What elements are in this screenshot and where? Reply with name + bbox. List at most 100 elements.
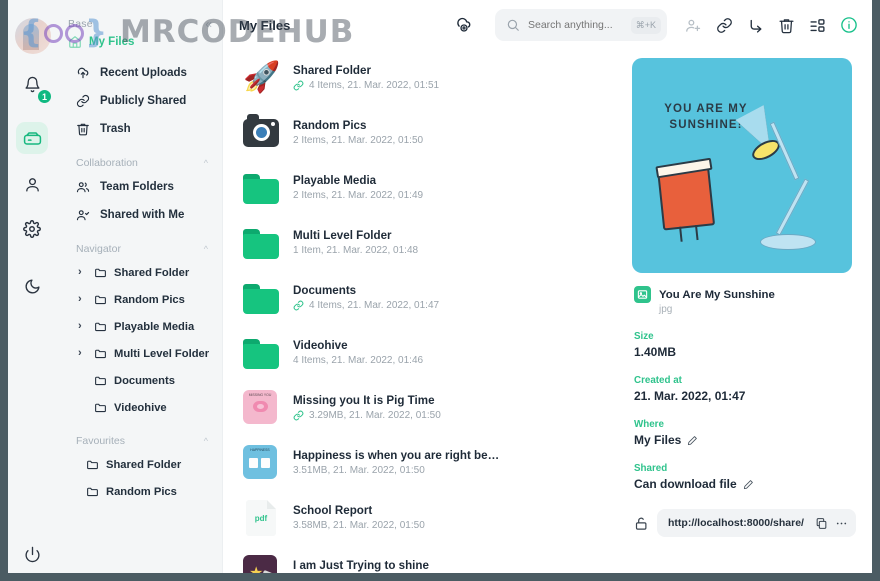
cloud-upload-icon (76, 66, 90, 80)
tree-item-label: Playable Media (114, 320, 195, 333)
cloud-upload-icon (455, 16, 473, 34)
chevron-right-icon[interactable]: › (78, 294, 87, 305)
sidebar-item-publicly-shared[interactable]: Publicly Shared (56, 87, 222, 115)
dark-mode-icon[interactable] (16, 270, 48, 302)
tree-item-videohive[interactable]: Videohive (56, 394, 222, 421)
chevron-right-icon[interactable]: › (78, 267, 87, 278)
favourite-item-shared-folder[interactable]: Shared Folder (56, 451, 222, 478)
table-row[interactable]: MISSING YOU Missing you It is Pig Time 3… (237, 380, 614, 435)
share-link-row: http://localhost:8000/share/ (634, 509, 856, 537)
trash-icon[interactable] (778, 17, 795, 34)
field-value: 21. Mar. 2022, 01:47 (634, 389, 856, 403)
chevron-right-icon[interactable]: › (78, 321, 87, 332)
tree-item-playable-media[interactable]: › Playable Media (56, 313, 222, 340)
notifications-bell-icon[interactable]: 1 (16, 68, 52, 104)
table-row[interactable]: I am Just Trying to shine 1.83MB, 21. Ma… (237, 545, 614, 573)
image-thumbnail: MISSING YOU (243, 389, 277, 424)
folder-icon (94, 266, 107, 279)
image-thumbnail (243, 554, 277, 573)
file-name: Missing you It is Pig Time (293, 394, 435, 407)
layout-icon[interactable] (809, 17, 826, 34)
file-name: Happiness is when you are right be… (293, 449, 500, 462)
table-row[interactable]: 🚀 Shared Folder 4 Items, 21. Mar. 2022, … (237, 50, 614, 105)
table-row[interactable]: HAPPINESS Happiness is when you are righ… (237, 435, 614, 490)
file-subtitle: 3.58MB, 21. Mar. 2022, 01:50 (293, 520, 425, 531)
section-header-navigator[interactable]: Navigator ^ (56, 229, 222, 259)
avatar[interactable] (15, 18, 51, 54)
sidebar-item-label: Shared with Me (100, 209, 185, 221)
sidebar-item-trash[interactable]: Trash (56, 115, 222, 143)
field-value: Can download file (634, 477, 856, 491)
table-row[interactable]: Videohive 4 Items, 21. Mar. 2022, 01:46 (237, 325, 614, 380)
section-header-favourites[interactable]: Favourites ^ (56, 421, 222, 451)
sidebar-item-drive[interactable] (16, 122, 48, 154)
link-icon (293, 80, 304, 91)
link-icon (293, 300, 304, 311)
sidebar-item-my-files[interactable]: My Files (56, 32, 222, 59)
favourite-item-random-pics[interactable]: Random Pics (56, 478, 222, 505)
table-row[interactable]: Documents 4 Items, 21. Mar. 2022, 01:47 (237, 270, 614, 325)
gear-icon[interactable] (16, 213, 48, 245)
file-meta-text: 4 Items, 21. Mar. 2022, 01:46 (293, 355, 424, 366)
logout-icon[interactable] (16, 538, 48, 570)
info-icon[interactable] (840, 16, 858, 34)
search-input[interactable] (528, 19, 623, 31)
folder-icon (243, 228, 279, 259)
search-shortcut-badge: ⌘+K (630, 16, 661, 34)
table-row[interactable]: Multi Level Folder 1 Item, 21. Mar. 2022… (237, 215, 614, 270)
tree-item-documents[interactable]: Documents (56, 367, 222, 394)
table-row[interactable]: Playable Media 2 Items, 21. Mar. 2022, 0… (237, 160, 614, 215)
field-value: My Files (634, 433, 856, 447)
chevron-up-icon: ^ (203, 244, 208, 254)
sidebar-item-recent-uploads[interactable]: Recent Uploads (56, 59, 222, 87)
more-icon[interactable] (835, 517, 848, 530)
my-files-label: My Files (89, 36, 135, 48)
field-value: 1.40MB (634, 345, 856, 359)
add-user-icon[interactable] (685, 17, 702, 34)
unlock-icon[interactable] (634, 516, 649, 531)
file-thumbnail (243, 113, 279, 151)
favourite-item-label: Random Pics (106, 485, 177, 498)
file-thumbnail: MISSING YOU (243, 389, 279, 426)
search-icon (506, 18, 520, 32)
lamp-arm-lower (775, 178, 810, 236)
tree-item-shared-folder[interactable]: › Shared Folder (56, 259, 222, 286)
folder-icon (94, 347, 107, 360)
edit-pencil-icon[interactable] (687, 435, 698, 446)
file-meta-text: 1 Item, 21. Mar. 2022, 01:48 (293, 245, 419, 256)
edit-pencil-icon[interactable] (743, 479, 754, 490)
search-box[interactable]: ⌘+K (495, 9, 667, 41)
file-name: I am Just Trying to shine (293, 559, 429, 572)
link-icon[interactable] (716, 17, 733, 34)
move-icon[interactable] (747, 17, 764, 34)
upload-button[interactable] (455, 16, 473, 34)
table-row[interactable]: Random Pics 2 Items, 21. Mar. 2022, 01:5… (237, 105, 614, 160)
folder-icon (94, 374, 107, 387)
pdf-label: pdf (254, 513, 268, 523)
image-file-icon (634, 286, 651, 303)
users-icon (76, 180, 90, 194)
file-preview-image[interactable]: YOU ARE MY SUNSHINE! (632, 58, 852, 273)
collapse-sidebar-icon[interactable]: « (205, 18, 212, 30)
field-value-text: 1.40MB (634, 345, 677, 359)
file-meta-text: 3.51MB, 21. Mar. 2022, 01:50 (293, 465, 425, 476)
detail-field-size: Size 1.40MB (632, 331, 856, 359)
tree-item-label: Shared Folder (114, 266, 190, 279)
sidebar-item-shared-with-me[interactable]: Shared with Me (56, 201, 222, 229)
section-header-collaboration[interactable]: Collaboration ^ (56, 143, 222, 173)
file-subtitle: 1 Item, 21. Mar. 2022, 01:48 (293, 245, 418, 256)
section-title: Navigator (76, 243, 121, 255)
folder-icon (86, 458, 99, 471)
tree-item-random-pics[interactable]: › Random Pics (56, 286, 222, 313)
copy-icon[interactable] (815, 517, 828, 530)
share-url-box[interactable]: http://localhost:8000/share/ (657, 509, 856, 537)
table-row[interactable]: pdf School Report 3.58MB, 21. Mar. 2022,… (237, 490, 614, 545)
sidebar-item-team-folders[interactable]: Team Folders (56, 173, 222, 201)
chevron-right-icon[interactable]: › (78, 348, 87, 359)
tree-item-multi-level-folder[interactable]: › Multi Level Folder (56, 340, 222, 367)
share-url-text: http://localhost:8000/share/ (668, 517, 804, 529)
field-value-text: Can download file (634, 477, 737, 491)
detail-file-extension: jpg (659, 304, 673, 315)
file-thumbnail: 🚀 (243, 60, 280, 96)
account-icon[interactable] (16, 168, 48, 200)
